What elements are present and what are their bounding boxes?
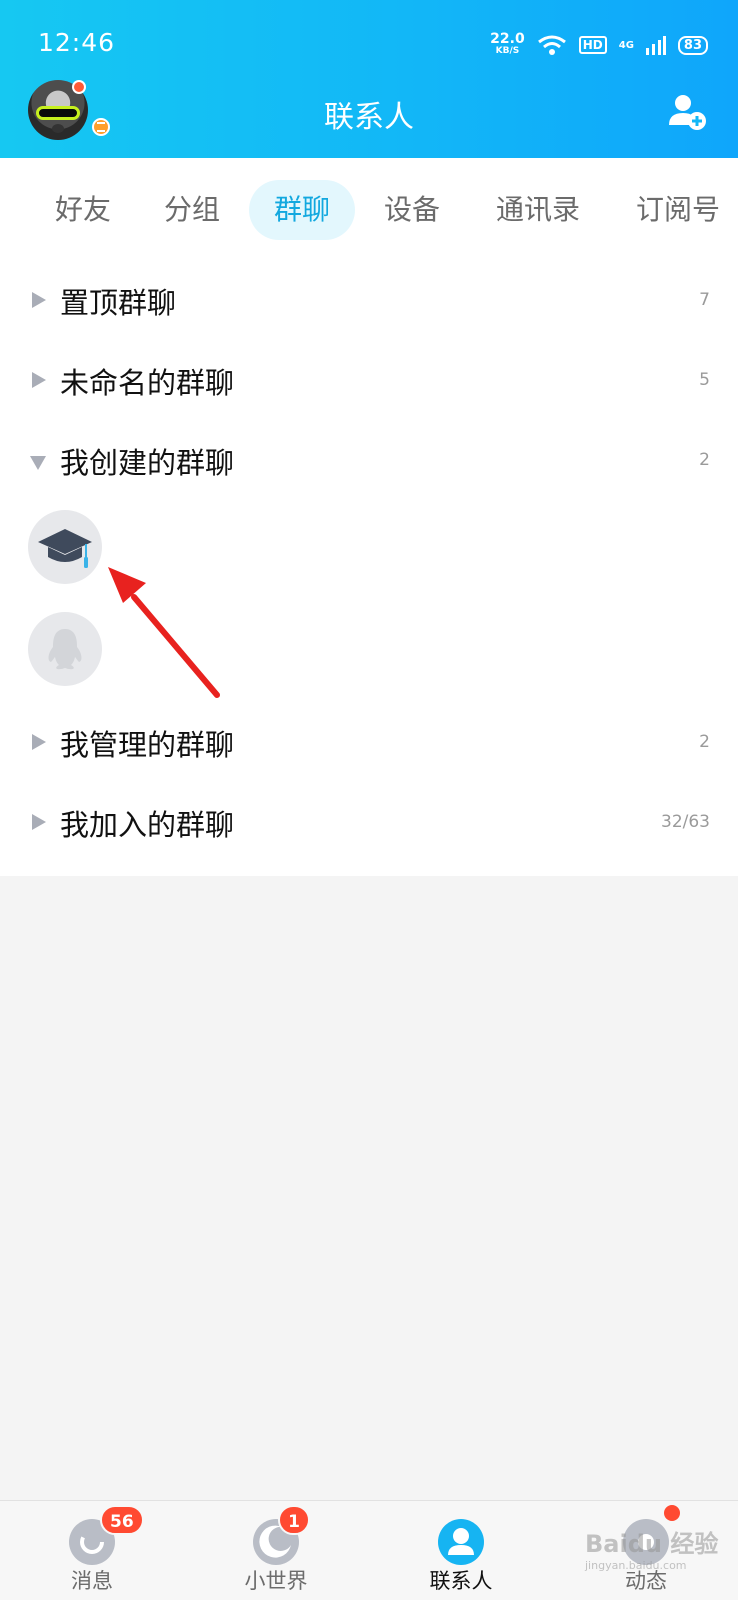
tab-address-book[interactable]: 通讯录 — [480, 180, 596, 240]
group-section-count: 5 — [699, 370, 710, 390]
group-section-label: 置顶群聊 — [60, 286, 177, 320]
tab-subscriptions[interactable]: 订阅号 — [620, 180, 736, 240]
small-world-badge: 1 — [278, 1505, 310, 1535]
nav-label: 小世界 — [244, 1569, 308, 1593]
expand-arrow-icon — [32, 292, 46, 308]
expand-arrow-icon — [32, 734, 46, 750]
tab-friends[interactable]: 好友 — [42, 180, 124, 240]
tab-devices[interactable]: 设备 — [371, 180, 453, 240]
nav-label: 动态 — [625, 1569, 667, 1593]
group-chat-avatar-2[interactable] — [28, 612, 102, 686]
page-title: 联系人 — [324, 100, 414, 135]
wifi-icon — [537, 35, 566, 55]
group-section-label: 我加入的群聊 — [60, 808, 235, 842]
group-section-count: 2 — [699, 732, 710, 752]
group-section-created[interactable]: 我创建的群聊 2 — [0, 420, 738, 500]
network-speed: 22.0 KB/S — [490, 31, 525, 56]
penguin-placeholder-icon — [48, 629, 82, 670]
expand-arrow-icon — [32, 814, 46, 830]
bottom-navigation: 56 消息 1 小世界 联系人 动态 — [0, 1500, 738, 1600]
status-time: 12:46 — [38, 28, 116, 57]
feed-notification-dot — [664, 1505, 680, 1521]
graduation-cap-icon — [38, 529, 92, 568]
hd-icon: HD — [578, 36, 607, 54]
contact-tabs: 好友 分组 群聊 设备 通讯录 订阅号 — [0, 180, 738, 240]
group-section-label: 未命名的群聊 — [60, 366, 235, 400]
tab-group-chats[interactable]: 群聊 — [249, 180, 355, 240]
nav-messages[interactable]: 56 消息 — [32, 1501, 152, 1600]
nav-label: 联系人 — [429, 1569, 493, 1593]
nav-contacts[interactable]: 联系人 — [401, 1501, 521, 1600]
status-icons: 22.0 KB/S HD 4G 83 — [490, 30, 708, 60]
group-section-joined[interactable]: 我加入的群聊 32/63 — [0, 782, 738, 862]
tab-groups-category[interactable]: 分组 — [151, 180, 233, 240]
group-section-pinned[interactable]: 置顶群聊 7 — [0, 260, 738, 340]
group-section-unnamed[interactable]: 未命名的群聊 5 — [0, 340, 738, 420]
collapse-arrow-icon — [30, 456, 46, 470]
contacts-icon — [438, 1519, 484, 1565]
group-section-count: 2 — [699, 450, 710, 470]
group-section-label: 我创建的群聊 — [60, 446, 235, 480]
messages-badge: 56 — [100, 1505, 144, 1535]
battery-icon: 83 — [677, 35, 708, 55]
feed-icon — [623, 1519, 669, 1565]
header: 12:46 22.0 KB/S HD 4G 83 联系人 — [0, 0, 738, 158]
signal-icon — [645, 36, 666, 55]
nav-small-world[interactable]: 1 小世界 — [216, 1501, 336, 1600]
group-section-count: 7 — [699, 290, 710, 310]
contacts-panel: 好友 分组 群聊 设备 通讯录 订阅号 置顶群聊 7 未命名的群聊 5 我创建的… — [0, 158, 738, 876]
group-chat-avatar-1[interactable] — [28, 510, 102, 584]
nav-label: 消息 — [71, 1569, 113, 1593]
group-section-label: 我管理的群聊 — [60, 728, 235, 762]
group-section-managed[interactable]: 我管理的群聊 2 — [0, 702, 738, 782]
nav-feed[interactable]: 动态 — [586, 1501, 706, 1600]
group-section-count: 32/63 — [661, 812, 710, 832]
network-type: 4G — [618, 39, 634, 51]
add-contact-icon[interactable] — [668, 92, 708, 132]
expand-arrow-icon — [32, 372, 46, 388]
